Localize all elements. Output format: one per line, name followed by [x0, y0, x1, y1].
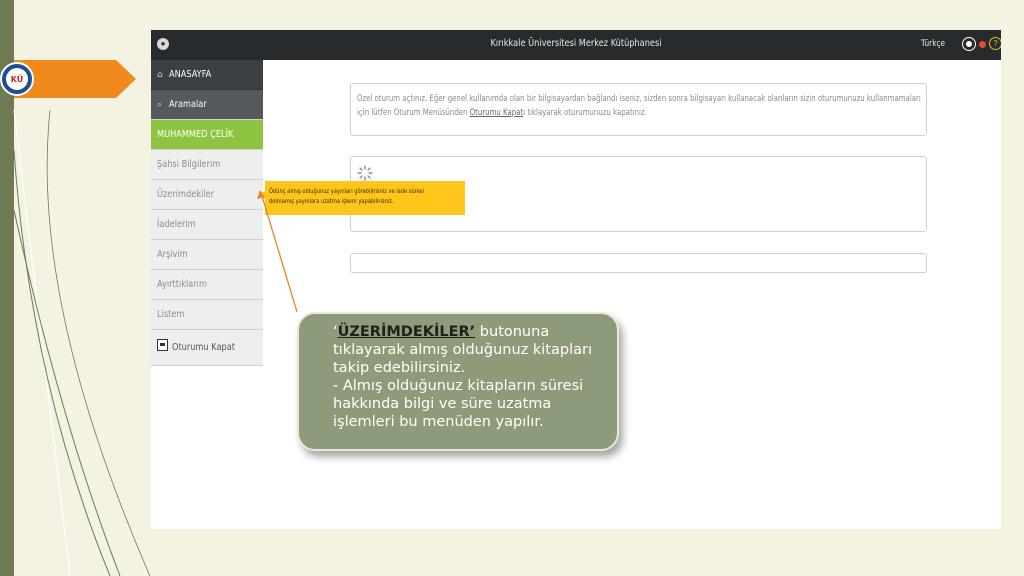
help-icon[interactable]: ? [989, 37, 1001, 50]
search-icon: ⌕ [157, 100, 163, 110]
session-notice-panel: Özel oturum açtınız. Eğer genel kullanım… [350, 83, 927, 136]
session-notice-text: Özel oturum açtınız. Eğer genel kullanım… [357, 94, 921, 118]
sidebar-item-loans[interactable]: Üzerimdekiler [151, 180, 263, 210]
empty-field[interactable] [350, 253, 927, 273]
main-content: Özel oturum açtınız. Eğer genel kullanım… [263, 60, 1001, 529]
loans-tooltip: Ödünç almış olduğunuz yayınları görebili… [265, 181, 465, 215]
sidebar-item-searches[interactable]: ⌕ Aramalar [151, 90, 263, 120]
sidebar-item-personal-info[interactable]: Şahsi Bilgilerim [151, 150, 263, 180]
loading-spinner-icon [357, 165, 373, 181]
instruction-callout: ‘ÜZERİMDEKİLER’ butonuna tıklayarak almı… [297, 312, 619, 451]
sidebar-item-reservations[interactable]: Ayırttıklarım [151, 270, 263, 300]
library-app-window: ● Kırıkkale Üniversitesi Merkez Kütüphan… [151, 30, 1001, 529]
top-bar: ● Kırıkkale Üniversitesi Merkez Kütüphan… [151, 30, 1001, 60]
language-selector[interactable]: Türkçe [921, 39, 945, 49]
tooltip-arrow [258, 191, 265, 199]
brand-icon[interactable]: ● [157, 38, 169, 50]
sidebar-item-home[interactable]: ⌂ ANASAYFA [151, 60, 263, 90]
logout-icon [157, 339, 168, 351]
sidebar-item-returns[interactable]: İadelerim [151, 210, 263, 240]
sidebar-item-archive[interactable]: Arşivim [151, 240, 263, 270]
callout-highlight: ÜZERİMDEKİLER’ [337, 324, 476, 340]
logout-link[interactable]: Oturumu Kapat [470, 108, 523, 118]
status-dot-icon[interactable] [979, 41, 986, 48]
settings-icon[interactable] [962, 37, 976, 51]
logo-text: KÜ [6, 68, 28, 90]
sidebar: ⌂ ANASAYFA ⌕ Aramalar MUHAMMED ÇELİK Şahsi… [151, 60, 263, 529]
home-icon: ⌂ [157, 70, 163, 80]
app-title: Kırıkkale Üniversitesi Merkez Kütüphanes… [490, 38, 662, 49]
sidebar-item-user[interactable]: MUHAMMED ÇELİK [151, 120, 263, 150]
sidebar-item-logout[interactable]: Oturumu Kapat [151, 330, 263, 366]
university-logo: KÜ [0, 62, 34, 96]
sidebar-item-list[interactable]: Listem [151, 300, 263, 330]
